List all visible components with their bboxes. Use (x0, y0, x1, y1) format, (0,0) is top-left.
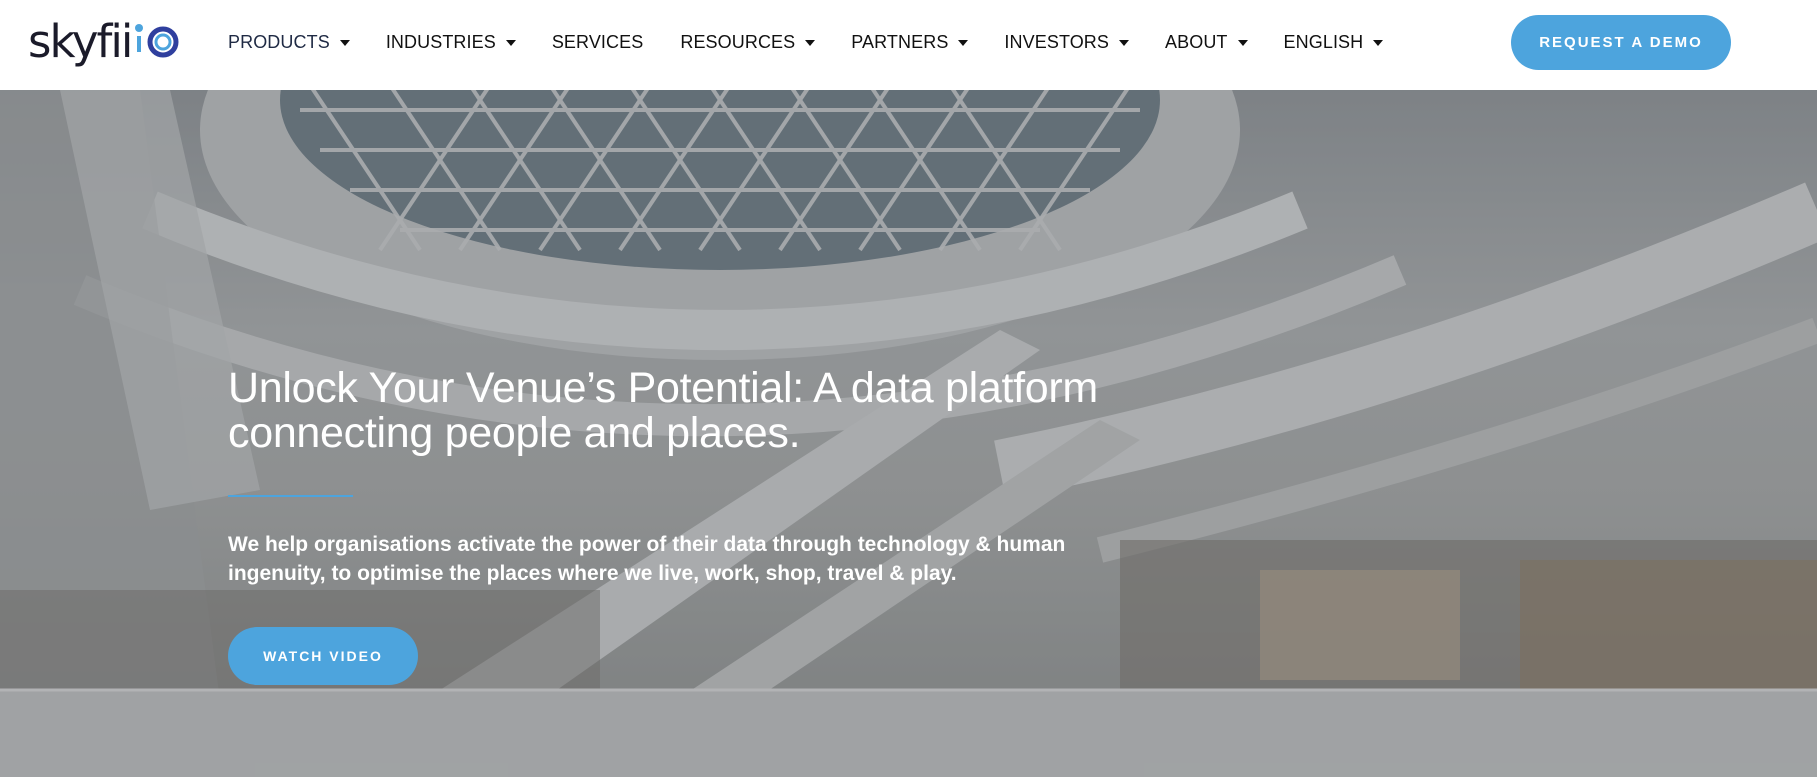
hero-title: Unlock Your Venue’s Potential: A data pl… (228, 366, 1178, 456)
nav-item-label: RESOURCES (680, 31, 796, 52)
watch-video-button[interactable]: WATCH VIDEO (228, 627, 418, 685)
chevron-down-icon (805, 39, 816, 46)
nav-item-products[interactable]: PRODUCTS (228, 32, 350, 53)
chevron-down-icon (1237, 39, 1248, 46)
hero-title-line: Unlock Your Venue’s Potential: A data pl… (228, 364, 1098, 412)
nav-item-partners[interactable]: PARTNERS (851, 31, 969, 53)
nav-item-label: INDUSTRIES (385, 31, 496, 52)
nav-item-label: SERVICES (551, 31, 644, 52)
chevron-down-icon (958, 39, 969, 46)
nav-item-label: ABOUT (1165, 31, 1228, 52)
request-demo-button[interactable]: REQUEST A DEMO (1511, 15, 1731, 70)
logo-wordmark: skyfii (28, 15, 133, 68)
nav-item-language[interactable]: ENGLISH (1284, 32, 1384, 53)
nav-item-services[interactable]: SERVICES (552, 32, 644, 53)
chevron-down-icon (1373, 39, 1384, 46)
nav-item-label: ENGLISH (1283, 31, 1364, 52)
nav-item-label: PARTNERS (851, 31, 949, 52)
skyfii-logo[interactable]: skyfii (28, 12, 181, 72)
nav-item-label: INVESTORS (1004, 31, 1110, 52)
hero-section: Unlock Your Venue’s Potential: A data pl… (0, 90, 1817, 777)
nav-item-about[interactable]: ABOUT (1165, 32, 1248, 53)
hero-title-line: connecting people and places. (228, 409, 801, 457)
nav-item-label: PRODUCTS (228, 31, 330, 52)
chevron-down-icon (1119, 39, 1130, 46)
nav-item-industries[interactable]: INDUSTRIES (386, 32, 516, 53)
nav-item-resources[interactable]: RESOURCES (680, 31, 816, 53)
main-nav: PRODUCTS INDUSTRIES SERVICES RESOURCES P… (228, 0, 1384, 84)
hero-subtitle-line: We help organisations activate the power… (228, 533, 1066, 556)
nav-item-investors[interactable]: INVESTORS (1004, 31, 1130, 53)
site-header: skyfii PRODUCTS INDUSTRIES SERVICES RESO… (0, 0, 1817, 90)
hero-subtitle: We help organisations activate the power… (228, 530, 1128, 588)
chevron-down-icon (339, 39, 350, 46)
hero-subtitle-line: ingenuity, to optimise the places where … (228, 562, 957, 585)
logo-mark-icon (135, 24, 179, 58)
chevron-down-icon (505, 39, 516, 46)
hero-divider (228, 495, 353, 497)
